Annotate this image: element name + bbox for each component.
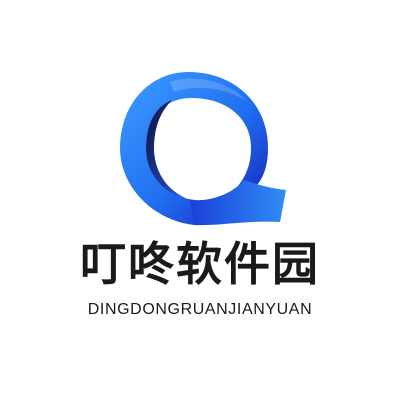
blue-q-ribbon-icon xyxy=(120,72,286,226)
logo-title: 叮咚软件园 xyxy=(80,237,320,291)
page: 叮咚软件园 DINGDONGRUANJIANYUAN xyxy=(0,0,400,400)
logo-subtitle: DINGDONGRUANJIANYUAN xyxy=(87,301,313,318)
q-ribbon-tail xyxy=(190,180,286,226)
